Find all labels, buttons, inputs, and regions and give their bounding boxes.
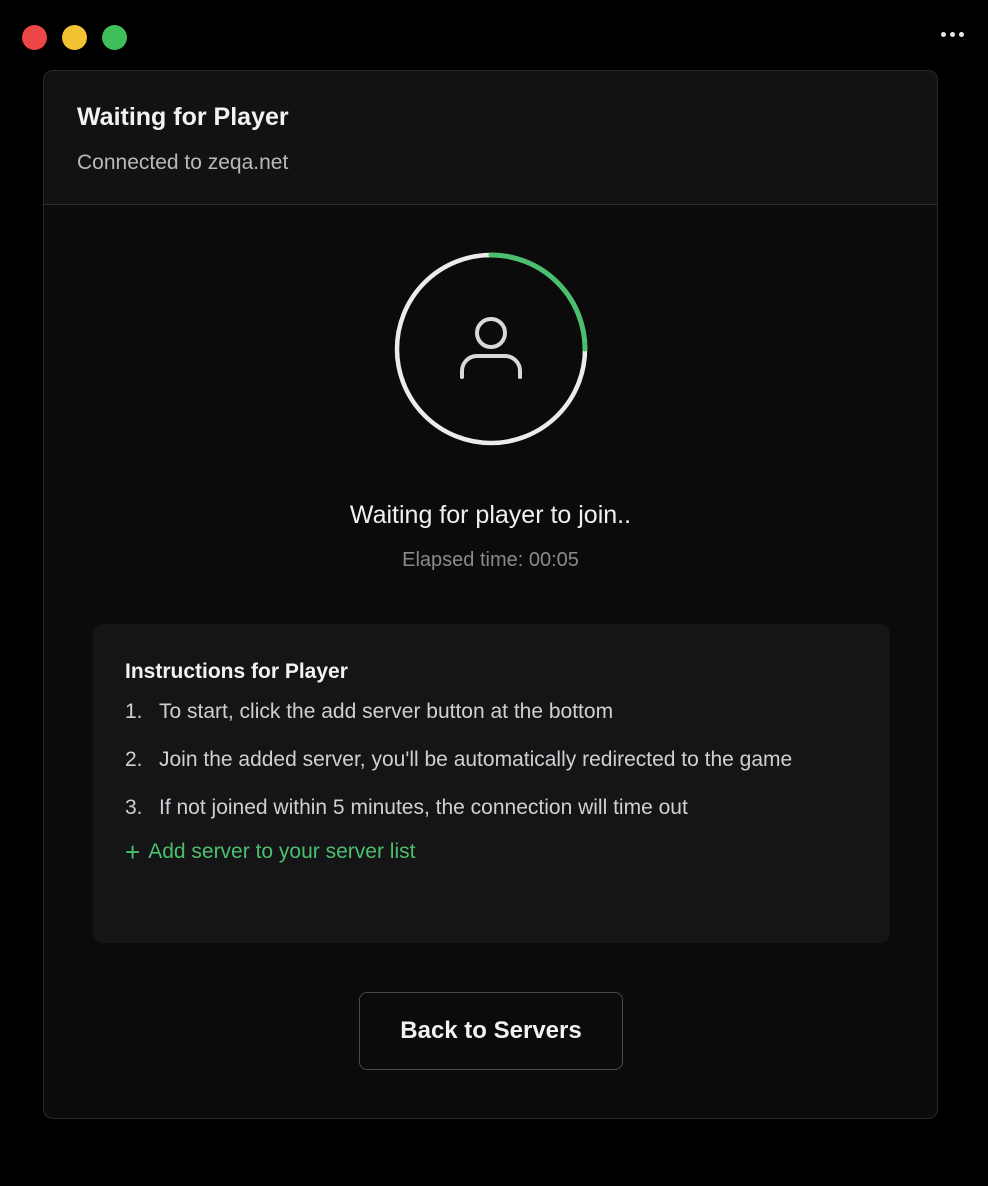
card-header: Waiting for Player Connected to zeqa.net: [44, 71, 937, 205]
step-number: 1.: [125, 700, 143, 723]
step-number: 3.: [125, 796, 143, 819]
step-number: 2.: [125, 748, 143, 771]
waiting-progress-ring: [393, 251, 589, 447]
instruction-step: 1. To start, click the add server button…: [125, 696, 858, 728]
close-window-button[interactable]: [22, 25, 47, 50]
back-to-servers-button[interactable]: Back to Servers: [359, 992, 623, 1070]
maximize-window-button[interactable]: [102, 25, 127, 50]
waiting-card: Waiting for Player Connected to zeqa.net…: [43, 70, 938, 1119]
step-text: To start, click the add server button at…: [159, 700, 614, 723]
minimize-window-button[interactable]: [62, 25, 87, 50]
window-controls: [22, 25, 127, 50]
app-window: Waiting for Player Connected to zeqa.net…: [0, 0, 988, 1186]
instruction-step: 2. Join the added server, you'll be auto…: [125, 744, 858, 776]
progress-ring-svg: [394, 252, 588, 446]
connection-status: Connected to zeqa.net: [77, 151, 289, 174]
add-server-label: Add server to your server list: [148, 840, 416, 863]
page-title: Waiting for Player: [77, 103, 289, 131]
instructions-list: 1. To start, click the add server button…: [125, 696, 858, 824]
instructions-title: Instructions for Player: [125, 660, 348, 683]
step-text: Join the added server, you'll be automat…: [159, 748, 793, 771]
instruction-step: 3. If not joined within 5 minutes, the c…: [125, 792, 858, 824]
more-horizontal-icon[interactable]: [939, 24, 966, 45]
step-text: If not joined within 5 minutes, the conn…: [159, 796, 688, 819]
user-icon: [460, 317, 522, 379]
instructions-panel: Instructions for Player 1. To start, cli…: [93, 624, 890, 943]
elapsed-time: Elapsed time: 00:05: [402, 549, 579, 571]
waiting-message: Waiting for player to join..: [349, 501, 632, 529]
plus-icon: +: [125, 837, 141, 867]
add-server-link[interactable]: + Add server to your server list: [125, 838, 415, 866]
